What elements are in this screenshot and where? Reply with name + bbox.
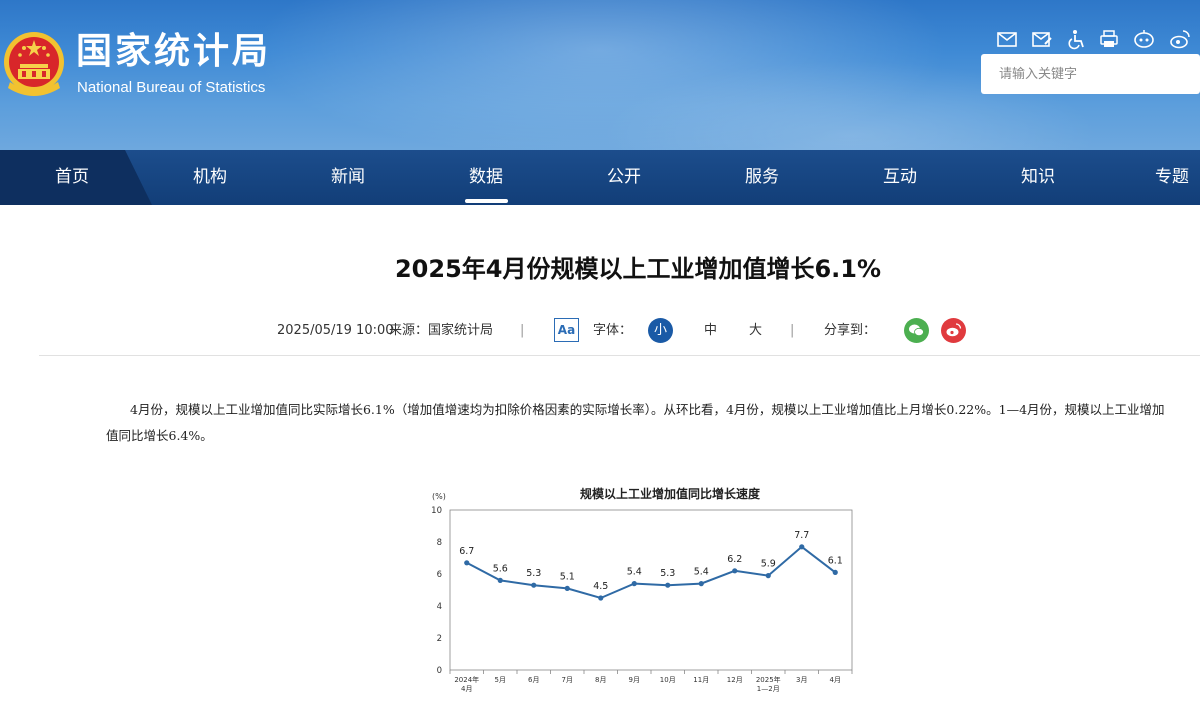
article-date: 2025/05/19 10:00 [277,323,394,338]
data-label: 5.1 [560,571,575,582]
data-point [497,577,503,583]
accessibility-icon[interactable] [1066,28,1088,50]
search-box[interactable] [981,54,1200,94]
data-point [799,544,805,550]
national-emblem-icon[interactable] [2,28,66,100]
data-label: 5.9 [761,559,776,570]
data-label: 5.6 [493,563,508,574]
data-point [732,568,738,574]
x-tick-label: 8月 [595,676,606,684]
data-label: 4.5 [593,581,608,592]
x-tick-label: 2025年 1—2月 [756,675,781,693]
nav-item-news[interactable]: 新闻 [316,150,380,205]
x-tick-label: 6月 [528,676,539,684]
data-point [598,595,604,601]
nav-active-indicator [465,199,508,203]
x-tick-label: 9月 [629,676,640,684]
data-point [631,581,637,587]
weibo-icon [946,323,962,337]
site-logo-english[interactable]: National Bureau of Statistics [77,79,265,97]
article-paragraph: 4月份，规模以上工业增加值同比实际增长6.1%（增加值增速均为扣除价格因素的实际… [106,402,1165,443]
data-point [564,585,570,591]
meta-separator: | [520,323,525,338]
article-source: 来源：国家统计局 [389,323,494,338]
data-label: 6.1 [828,555,843,566]
chart-title: 规模以上工业增加值同比增长速度 [580,486,761,501]
robot-icon[interactable] [1133,28,1155,50]
site-header: 国家统计局 National Bureau of Statistics [0,0,1200,150]
font-size-medium-button[interactable]: 中 [704,318,717,344]
nav-item-data[interactable]: 数据 [454,150,518,205]
font-size-label: 字体： [593,323,633,338]
series-line [466,545,836,600]
y-axis-unit-label: (%) [432,492,446,501]
data-point [832,569,838,575]
font-size-small-button[interactable]: 小 [648,318,673,343]
article-title: 2025年4月份规模以上工业增加值增长6.1% [394,255,882,283]
nav-item-topics[interactable]: 专题 [1144,150,1200,205]
meta-separator: | [790,323,795,338]
nav-item-services[interactable]: 服务 [730,150,794,205]
nav-item-home[interactable]: 首页 [40,150,104,205]
data-point [531,582,537,588]
data-label: 5.3 [526,568,541,579]
nav-item-disclosure[interactable]: 公开 [592,150,656,205]
meta-divider [39,355,1200,356]
data-point [765,573,771,579]
x-tick-label: 3月 [796,676,807,684]
data-label: 6.2 [727,554,742,565]
line-chart: 规模以上工业增加值同比增长速度 (%) 0 2 4 6 8 10 2024年 4月 5月 6月 7月 8月… [431,486,853,693]
growth-chart: 规模以上工业增加值同比增长速度 (%) 0 2 4 6 8 10 2024年 4月 5月 6月 7月 8月… [420,480,870,715]
x-tick-label: 4月 [830,676,841,684]
x-tick-label: 12月 [727,676,743,684]
data-label: 5.3 [660,568,675,579]
nav-item-organization[interactable]: 机构 [178,150,242,205]
x-tick-label: 7月 [562,676,573,684]
y-tick-label: 8 [437,538,442,548]
wechat-share-button[interactable] [904,318,929,343]
data-label: 5.4 [694,567,709,578]
wechat-icon [909,324,924,337]
data-label: 5.4 [627,567,642,578]
font-size-large-button[interactable]: 大 [749,318,762,344]
data-label: 6.7 [459,546,474,557]
y-tick-label: 10 [431,506,442,516]
x-tick-label: 2024年 4月 [454,675,479,693]
main-nav: 首页 机构 新闻 数据 公开 服务 互动 知识 专题 [0,150,1200,205]
mail-edit-icon[interactable] [1031,28,1053,50]
data-point [665,582,671,588]
weibo-share-button[interactable] [941,318,966,343]
y-tick-label: 6 [437,570,442,580]
share-label: 分享到： [824,323,877,338]
mail-icon[interactable] [996,28,1018,50]
data-point [464,560,470,566]
weibo-icon[interactable] [1169,28,1191,50]
header-tool-icons [994,28,1200,50]
x-tick-label: 10月 [660,676,676,684]
x-tick-label: 5月 [495,676,506,684]
data-point [698,581,704,587]
plot-frame [449,509,853,671]
site-logo-chinese[interactable]: 国家统计局 [76,30,271,74]
y-tick-label: 0 [437,666,442,676]
data-label: 7.7 [794,530,809,541]
y-tick-label: 4 [437,602,442,612]
print-icon[interactable] [1098,28,1120,50]
y-tick-label: 2 [437,634,442,644]
nav-item-knowledge[interactable]: 知识 [1006,150,1070,205]
nav-item-interaction[interactable]: 互动 [868,150,932,205]
search-input[interactable] [981,54,1200,94]
x-tick-label: 11月 [693,676,709,684]
font-size-icon: Aa [554,318,579,342]
